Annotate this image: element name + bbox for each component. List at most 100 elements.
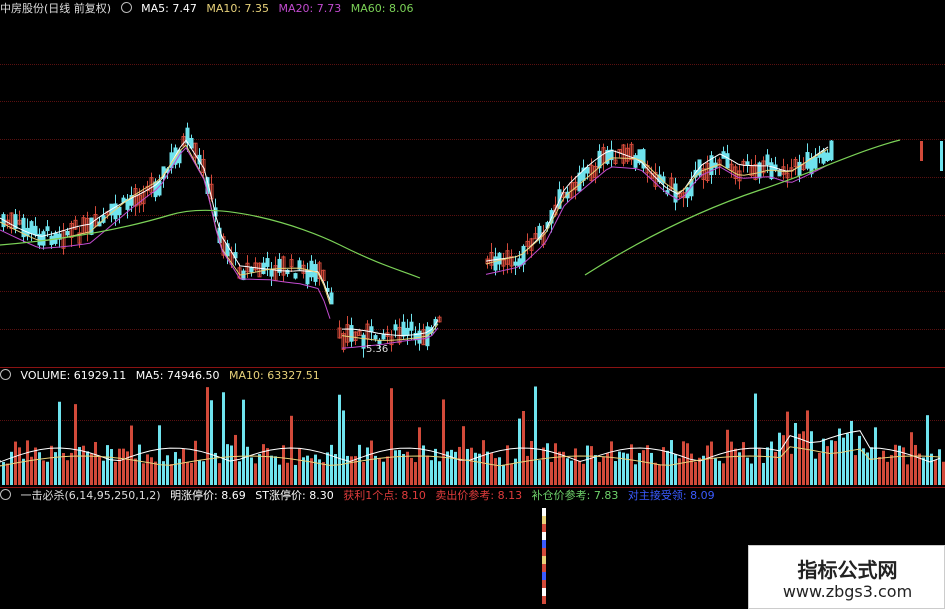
candle-body [41,231,46,246]
volume-bar [302,457,305,485]
volume-bar [266,448,269,485]
kline-chart[interactable] [0,0,945,609]
volume-bar [18,447,21,485]
signal-bar [542,596,546,604]
candle-body [65,230,70,236]
volume-bar [538,460,541,485]
volume-bar [818,452,821,485]
vol-ma10-value: 63327.51 [267,369,320,382]
volume-bar [6,463,9,485]
volume-bar [534,386,537,485]
toggle-icon[interactable] [0,369,11,380]
volume-bar [126,451,129,485]
candle-body [745,161,750,166]
volume-bar [470,447,473,485]
volume-bar [114,462,117,485]
volume-bar [790,453,793,485]
sell-ref-label: 卖出价参考: [435,489,495,502]
volume-bar [342,410,345,485]
volume-bar [422,445,425,485]
volume-bar [806,410,809,485]
signal-bar [542,532,546,540]
profit-label: 获利1个点: [343,489,398,502]
candle-body [329,292,334,305]
volume-bar [154,461,157,485]
candle-body [157,180,162,196]
candle-body [521,245,526,265]
volume-bar [926,415,929,485]
candle-body [373,335,378,340]
volume-bar [882,450,885,485]
volume-bar [814,458,817,485]
volume-bar [690,453,693,485]
candle-body [241,270,246,281]
volume-bar [158,425,161,485]
indicator-name[interactable]: 一击必杀(6,14,95,250,1,2) [21,489,161,502]
candle-body [513,261,518,266]
watermark-url: www.zbgs3.com [782,582,913,601]
volume-bar [94,442,97,485]
volume-bar [70,452,73,485]
volume-bar [414,462,417,485]
volume-bar [206,387,209,485]
volume-bar [118,448,121,485]
candle-body [249,267,254,273]
volume-bar [710,441,713,485]
volume-bar [614,461,617,485]
candle-body [293,273,298,279]
volume-bar [42,460,45,485]
volume-bar [550,461,553,485]
volume-bar [314,454,317,485]
ma60-label: MA60: [350,2,386,15]
volume-bar [426,455,429,485]
volume-bar [366,447,369,485]
stock-name[interactable]: 中房股份 [0,2,44,15]
volume-bar [674,454,677,485]
volume-bar [238,461,241,485]
volume-bar [170,464,173,485]
volume-bar [890,455,893,485]
volume-bar [10,451,13,485]
volume-bar [66,460,69,485]
volume-bar [730,441,733,485]
candle-body [269,269,274,277]
volume-bar [466,448,469,485]
volume-bar [182,449,185,485]
toggle-icon[interactable] [0,489,11,500]
volume-bar [826,446,829,485]
volume-bar [282,445,285,485]
signal-bar [542,572,546,580]
volume-bar [134,458,137,485]
volume-bar [122,448,125,485]
volume-bar [286,462,289,485]
volume-bar [714,458,717,485]
toggle-icon[interactable] [120,2,132,13]
main-ref-value: 8.09 [690,489,715,502]
volume-bar [570,460,573,485]
volume-bar [186,462,189,485]
price-pane-header: 中房股份(日线 前复权) MA5: 7.47 MA10: 7.35 MA20: … [0,2,419,16]
candle-body [33,225,38,236]
volume-bar [910,432,913,485]
volume-bar [834,441,837,485]
signal-bar [542,564,546,572]
indicator-pane-header: 一击必杀(6,14,95,250,1,2) 明涨停价: 8.69 ST涨停价: … [0,489,721,503]
candle-body [117,206,122,216]
volume-bar [462,426,465,485]
volume-pane-header: VOLUME: 61929.11 MA5: 74946.50 MA10: 633… [0,369,326,383]
volume-bar [102,460,105,485]
volume-bar [294,464,297,485]
candle-body [305,269,310,285]
volume-bar [610,441,613,485]
volume-bar [766,447,769,485]
volume-bar [650,452,653,485]
volume-bar [378,458,381,485]
volume-bar [254,463,257,485]
volume-bar [138,444,141,485]
limit-up-label: 明涨停价: [170,489,218,502]
candle-body [725,153,730,169]
volume-bar [250,457,253,485]
signal-bar [542,508,546,516]
watermark: 指标公式网 www.zbgs3.com [748,545,945,609]
candle-body [401,321,406,337]
